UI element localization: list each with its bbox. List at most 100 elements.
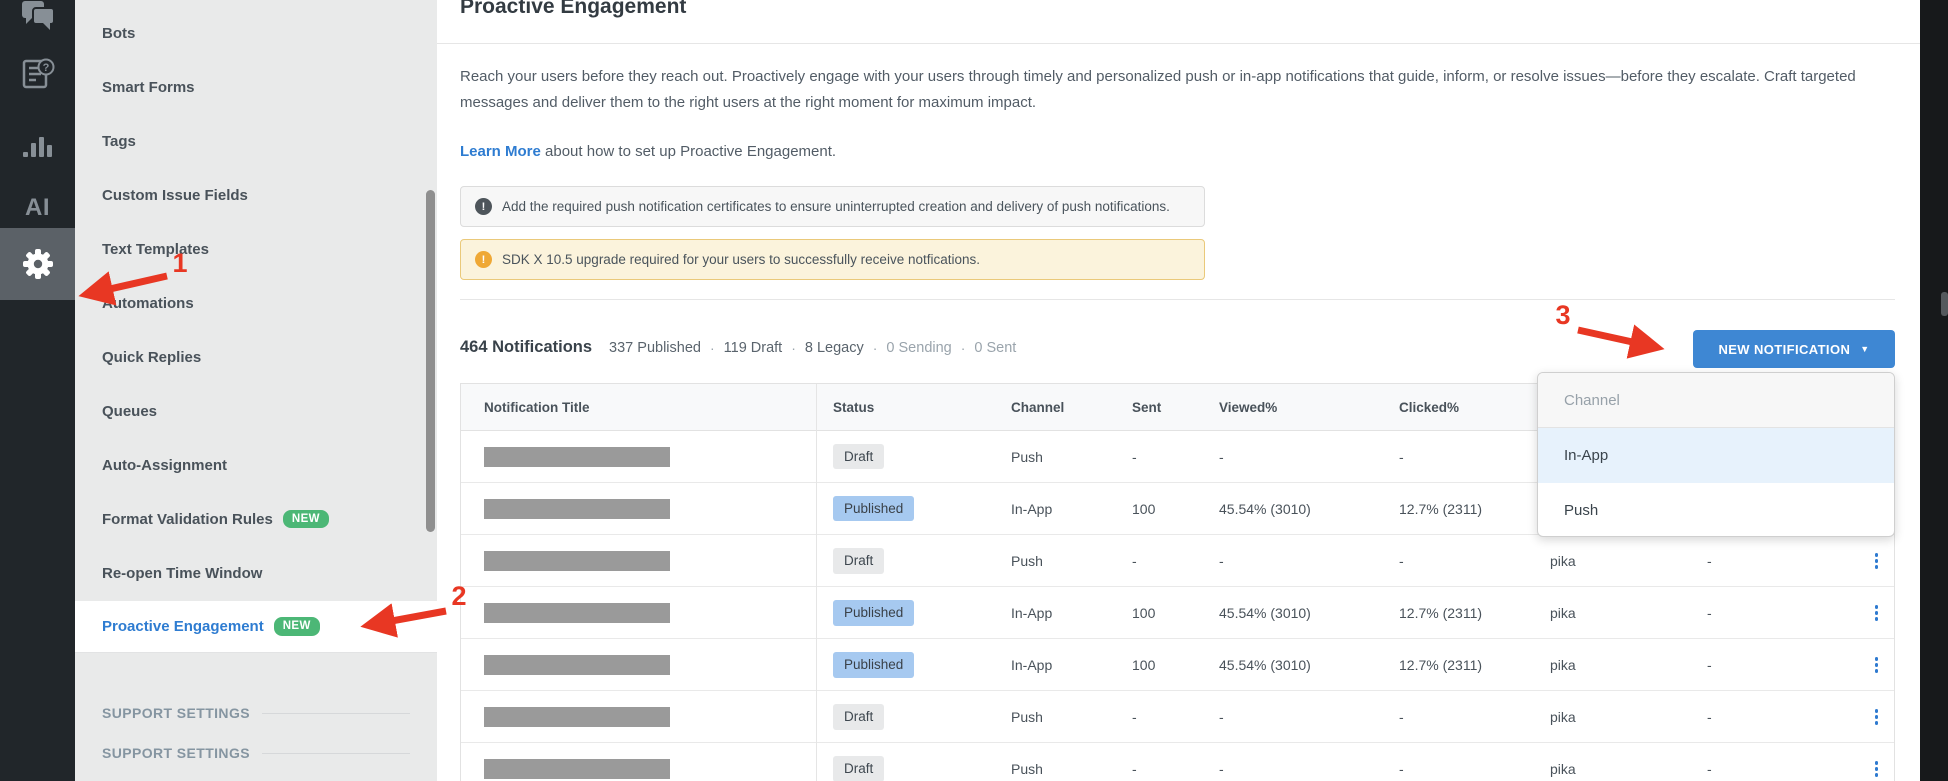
kebab-menu-icon[interactable] [1857, 743, 1896, 781]
svg-text:?: ? [42, 62, 49, 74]
status-badge: Draft [833, 443, 885, 470]
settings-gear-icon[interactable] [0, 228, 75, 300]
sidebar-item-bots[interactable]: Bots [75, 18, 437, 48]
channel-cell: Push [1011, 448, 1043, 465]
viewed-cell: 45.54% (3010) [1219, 657, 1311, 673]
sidebar-scrollbar-thumb[interactable] [426, 190, 435, 532]
status-badge: Draft [833, 704, 885, 730]
status-cell: Published [833, 600, 1011, 626]
stat-separator: · [791, 339, 796, 356]
column-header-clicked: Clicked% [1399, 399, 1460, 415]
sidebar-item-reopen-time-window[interactable]: Re-open Time Window [75, 558, 437, 588]
sidebar-item-queues[interactable]: Queues [75, 396, 437, 426]
status-cell: Draft [833, 548, 1011, 574]
sidebar-item-custom-issue-fields[interactable]: Custom Issue Fields [75, 180, 437, 210]
sent-cell: 100 [1132, 605, 1156, 621]
sidebar-item-tags[interactable]: Tags [75, 126, 437, 156]
sidebar-item-text-templates[interactable]: Text Templates [75, 234, 437, 264]
redacted-title-bar [484, 603, 670, 623]
column-header-channel: Channel [1011, 399, 1065, 415]
sent-cell: 100 [1132, 657, 1156, 673]
heading-rule [261, 712, 410, 714]
extra-cell: - [1707, 709, 1712, 725]
status-cell: Draft [833, 443, 1011, 470]
learn-more-link[interactable]: Learn More [460, 143, 541, 160]
clicked-cell: - [1399, 553, 1404, 569]
sidebar-item-label: Custom Issue Fields [102, 186, 248, 204]
stat-separator: · [709, 339, 715, 356]
learn-more-line: Learn More about how to set up Proactive… [460, 143, 836, 160]
notifications-count: 464 Notifications [460, 338, 593, 356]
table-row[interactable]: Published In-App 100 45.54% (3010) 12.7%… [461, 639, 1894, 691]
sidebar-item-label: Proactive Engagement [102, 618, 264, 635]
column-header-title: Notification Title [484, 399, 590, 415]
new-notification-button[interactable]: NEW NOTIFICATION ▼ [1693, 330, 1895, 368]
kebab-menu-icon[interactable] [1857, 639, 1896, 691]
clicked-cell: - [1399, 761, 1404, 777]
push-certificates-banner: ! Add the required push notification cer… [460, 186, 1205, 227]
faq-help-icon[interactable]: ? [0, 46, 75, 102]
learn-more-rest: about how to set up Proactive Engagement… [540, 143, 837, 160]
created-by-cell: pika [1550, 553, 1576, 569]
warning-exclamation-icon: ! [475, 251, 492, 268]
info-exclamation-icon: ! [475, 198, 492, 215]
sent-cell: 100 [1132, 500, 1156, 517]
chat-icon[interactable] [0, 0, 75, 44]
extra-cell: - [1707, 553, 1712, 569]
sidebar-item-quick-replies[interactable]: Quick Replies [75, 342, 437, 372]
extra-cell: - [1707, 657, 1712, 673]
kebab-menu-icon[interactable] [1857, 535, 1896, 587]
notification-title-cell [461, 551, 833, 571]
analytics-icon[interactable] [0, 118, 75, 174]
status-cell: Published [833, 652, 1011, 678]
dropdown-item-in-app[interactable]: In-App [1538, 428, 1894, 483]
heading-rule [261, 752, 410, 754]
sent-cell: - [1132, 709, 1137, 725]
sidebar-item-smart-forms[interactable]: Smart Forms [75, 72, 437, 102]
redacted-title-bar [484, 446, 670, 467]
table-row[interactable]: Draft Push - - - pika - [461, 691, 1894, 743]
clicked-cell: 12.7% (2311) [1399, 657, 1483, 673]
stat-sent: 0 Sent [974, 339, 1017, 356]
status-badge: Published [833, 495, 915, 522]
column-header-viewed: Viewed% [1219, 399, 1278, 415]
channel-cell: Push [1011, 761, 1043, 777]
sidebar-item-label: Smart Forms [102, 78, 195, 96]
banner-text: SDK X 10.5 upgrade required for your use… [502, 252, 980, 267]
ai-icon-label: AI [25, 194, 50, 221]
viewed-cell: - [1219, 709, 1224, 725]
window-scrollbar-thumb[interactable] [1941, 292, 1948, 316]
notification-title-cell [461, 603, 833, 623]
stat-separator: · [872, 339, 878, 356]
notification-title-cell [461, 759, 833, 779]
sidebar-item-format-validation-rules[interactable]: Format Validation Rules NEW [75, 504, 437, 534]
channel-dropdown: Channel In-App Push [1537, 372, 1895, 537]
viewed-cell: - [1219, 448, 1224, 465]
dropdown-item-push[interactable]: Push [1538, 483, 1894, 536]
stat-sending: 0 Sending [886, 339, 952, 356]
kebab-menu-icon[interactable] [1857, 691, 1896, 743]
sent-cell: - [1132, 448, 1137, 465]
kebab-menu-icon[interactable] [1857, 587, 1896, 639]
sidebar-item-proactive-engagement[interactable]: Proactive Engagement NEW [75, 601, 437, 653]
table-row[interactable]: Draft Push - - - pika - [461, 743, 1894, 781]
page-title: Proactive Engagement [460, 0, 687, 18]
sidebar-item-auto-assignment[interactable]: Auto-Assignment [75, 450, 437, 480]
table-row[interactable]: Draft Push - - - pika - [461, 535, 1894, 587]
sidebar-item-label: Text Templates [102, 240, 209, 258]
stat-separator: · [960, 339, 966, 356]
notification-title-cell [461, 498, 833, 519]
sidebar-item-label: Queues [102, 402, 158, 420]
sidebar-item-automations[interactable]: Automations [75, 288, 437, 318]
redacted-title-bar [484, 551, 670, 571]
viewed-cell: 45.54% (3010) [1219, 500, 1311, 517]
intro-text: Reach your users before they reach out. … [460, 68, 1856, 111]
proactive-engagement-page: ? AI Bots Smart Forms Tags Custom Issue … [0, 0, 1948, 781]
new-badge: NEW [273, 617, 320, 636]
notification-title-cell [461, 446, 833, 467]
sidebar-section-support-settings-1: SUPPORT SETTINGS [75, 699, 437, 727]
table-row[interactable]: Published In-App 100 45.54% (3010) 12.7%… [461, 587, 1894, 639]
created-by-cell: pika [1550, 761, 1576, 777]
clicked-cell: 12.7% (2311) [1399, 500, 1483, 517]
sidebar-section-support-settings-2: SUPPORT SETTINGS [75, 739, 437, 767]
